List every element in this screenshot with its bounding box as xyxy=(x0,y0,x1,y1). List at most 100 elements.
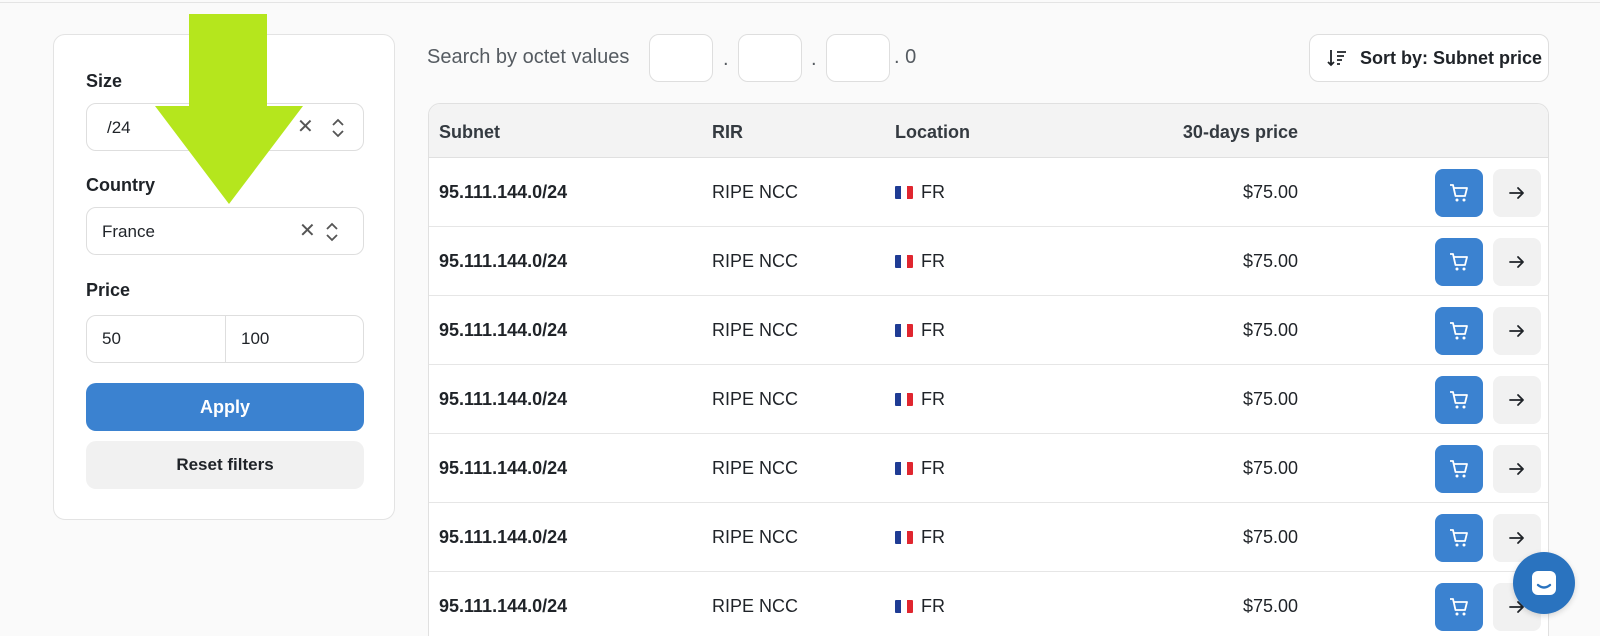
price-cell: $75.00 xyxy=(1242,182,1298,202)
add-to-cart-button[interactable] xyxy=(1435,376,1483,424)
location-cell: FR xyxy=(895,596,945,617)
cart-icon xyxy=(1450,460,1468,478)
view-details-button[interactable] xyxy=(1493,169,1541,217)
subnet-cell[interactable]: 95.111.144.0/24 xyxy=(439,527,567,548)
rir-cell: RIPE NCC xyxy=(712,251,799,271)
country-code: FR xyxy=(921,596,945,616)
octet-search-label: Search by octet values xyxy=(427,46,630,68)
octet-separator: . xyxy=(723,48,729,70)
country-select[interactable]: France ✕ xyxy=(86,207,364,255)
table-row: 95.111.144.0/24 RIPE NCC FR $75.00 xyxy=(429,365,1548,434)
view-details-button[interactable] xyxy=(1493,307,1541,355)
octet-3-input[interactable] xyxy=(826,34,890,82)
add-to-cart-button[interactable] xyxy=(1435,169,1483,217)
cart-icon xyxy=(1450,391,1468,409)
view-details-button[interactable] xyxy=(1493,238,1541,286)
add-to-cart-button[interactable] xyxy=(1435,583,1483,631)
price-label: Price xyxy=(86,280,131,300)
close-icon[interactable]: ✕ xyxy=(299,219,316,243)
location-cell: FR xyxy=(895,320,945,341)
table-row: 95.111.144.0/24 RIPE NCC FR $75.00 xyxy=(429,158,1548,227)
rir-cell: RIPE NCC xyxy=(712,389,799,409)
subnet-cell[interactable]: 95.111.144.0/24 xyxy=(439,458,567,479)
cart-icon xyxy=(1450,253,1468,271)
location-cell: FR xyxy=(895,251,945,272)
reset-filters-button[interactable]: Reset filters xyxy=(86,441,364,489)
cart-icon xyxy=(1450,598,1468,616)
top-divider xyxy=(0,2,1600,3)
add-to-cart-button[interactable] xyxy=(1435,238,1483,286)
country-code: FR xyxy=(921,182,945,202)
rir-cell: RIPE NCC xyxy=(712,527,799,547)
header-location: Location xyxy=(895,122,970,142)
view-details-button[interactable] xyxy=(1493,445,1541,493)
arrow-right-icon xyxy=(1509,463,1524,475)
rir-cell: RIPE NCC xyxy=(712,182,799,202)
country-code: FR xyxy=(921,389,945,409)
add-to-cart-button[interactable] xyxy=(1435,445,1483,493)
sort-label: Sort by: Subnet price xyxy=(1360,47,1543,68)
header-subnet: Subnet xyxy=(439,122,500,142)
add-to-cart-button[interactable] xyxy=(1435,307,1483,355)
price-cell: $75.00 xyxy=(1242,527,1298,547)
price-max-input[interactable] xyxy=(226,316,363,362)
subnet-cell[interactable]: 95.111.144.0/24 xyxy=(439,596,567,617)
rir-cell: RIPE NCC xyxy=(712,320,799,340)
table-row: 95.111.144.0/24 RIPE NCC FR $75.00 xyxy=(429,503,1548,572)
france-flag-icon xyxy=(895,393,913,406)
country-code: FR xyxy=(921,251,945,271)
view-details-button[interactable] xyxy=(1493,376,1541,424)
price-cell: $75.00 xyxy=(1242,596,1298,616)
price-range xyxy=(86,315,364,363)
france-flag-icon xyxy=(895,255,913,268)
chat-button[interactable] xyxy=(1513,552,1575,614)
arrow-right-icon xyxy=(1509,394,1524,406)
price-cell: $75.00 xyxy=(1242,389,1298,409)
france-flag-icon xyxy=(895,462,913,475)
country-code: FR xyxy=(921,458,945,478)
rir-cell: RIPE NCC xyxy=(712,458,799,478)
filter-panel: Size /24 ✕ Country France ✕ Price Apply … xyxy=(53,34,395,520)
price-cell: $75.00 xyxy=(1242,251,1298,271)
arrow-right-icon xyxy=(1509,325,1524,337)
price-cell: $75.00 xyxy=(1242,458,1298,478)
subnet-cell[interactable]: 95.111.144.0/24 xyxy=(439,320,567,341)
arrow-right-icon xyxy=(1509,187,1524,199)
location-cell: FR xyxy=(895,389,945,410)
table-row: 95.111.144.0/24 RIPE NCC FR $75.00 xyxy=(429,227,1548,296)
subnet-cell[interactable]: 95.111.144.0/24 xyxy=(439,182,567,203)
sort-icon xyxy=(1327,50,1346,67)
location-cell: FR xyxy=(895,182,945,203)
table-row: 95.111.144.0/24 RIPE NCC FR $75.00 xyxy=(429,434,1548,503)
cart-icon xyxy=(1450,322,1468,340)
subnet-cell[interactable]: 95.111.144.0/24 xyxy=(439,389,567,410)
apply-button[interactable]: Apply xyxy=(86,383,364,431)
subnet-cell[interactable]: 95.111.144.0/24 xyxy=(439,251,567,272)
header-price: 30-days price xyxy=(1182,122,1298,142)
cart-icon xyxy=(1450,184,1468,202)
octet-2-input[interactable] xyxy=(738,34,802,82)
subnet-table: Subnet RIR Location 30-days price 95.111… xyxy=(428,103,1549,636)
france-flag-icon xyxy=(895,324,913,337)
country-code: FR xyxy=(921,320,945,340)
price-min-input[interactable] xyxy=(87,316,225,362)
table-row: 95.111.144.0/24 RIPE NCC FR $75.00 xyxy=(429,572,1548,636)
size-select[interactable]: /24 ✕ xyxy=(86,103,364,151)
france-flag-icon xyxy=(895,186,913,199)
location-cell: FR xyxy=(895,527,945,548)
header-rir: RIR xyxy=(712,122,743,142)
france-flag-icon xyxy=(895,600,913,613)
add-to-cart-button[interactable] xyxy=(1435,514,1483,562)
octet-1-input[interactable] xyxy=(649,34,713,82)
table-row: 95.111.144.0/24 RIPE NCC FR $75.00 xyxy=(429,296,1548,365)
close-icon[interactable]: ✕ xyxy=(297,115,314,139)
country-label: Country xyxy=(86,175,155,195)
table-header: Subnet RIR Location 30-days price xyxy=(429,104,1548,158)
country-value: France xyxy=(102,222,155,241)
rir-cell: RIPE NCC xyxy=(712,596,799,616)
price-cell: $75.00 xyxy=(1242,320,1298,340)
chevron-updown-icon xyxy=(326,222,338,242)
chat-icon xyxy=(1532,571,1556,595)
arrow-right-icon xyxy=(1509,256,1524,268)
sort-button[interactable]: Sort by: Subnet price xyxy=(1309,34,1549,82)
